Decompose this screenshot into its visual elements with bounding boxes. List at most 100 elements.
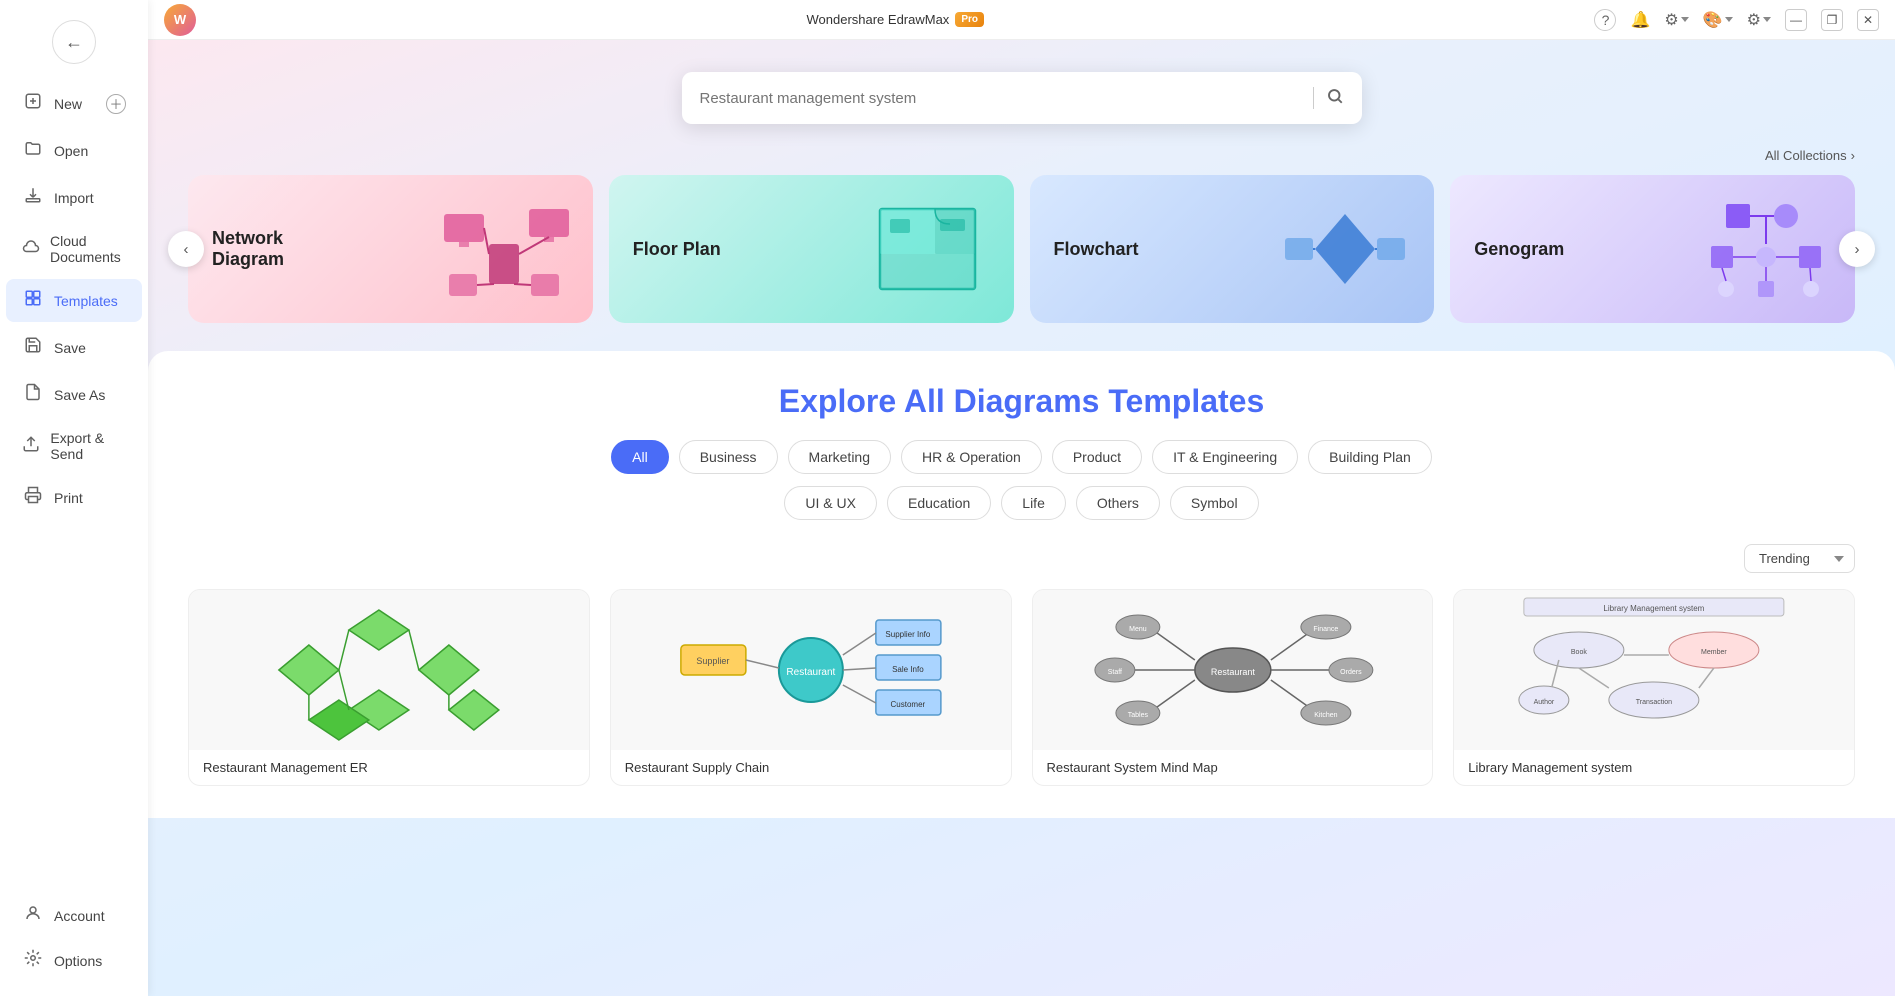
template-card-library-title: Library Management system [1454,750,1854,785]
sidebar-item-import[interactable]: Import [6,176,142,219]
sidebar-item-options[interactable]: Options [6,939,142,982]
notification-icon[interactable]: 🔔 [1630,10,1650,30]
close-button[interactable]: ✕ [1857,9,1879,31]
sidebar-account-label: Account [54,908,105,924]
sidebar-saveas-label: Save As [54,387,105,403]
template-card-supplier-title: Restaurant Supply Chain [611,750,1011,785]
chevron-right-icon: › [1851,148,1855,163]
options-icon [22,949,44,972]
svg-text:Supplier Info: Supplier Info [885,630,930,639]
template-card-library-img: Library Management system Book Member Tr… [1454,590,1854,750]
svg-text:Member: Member [1701,649,1727,656]
account-icon [22,904,44,927]
sidebar-item-account[interactable]: Account [6,894,142,937]
filter-tab-symbol[interactable]: Symbol [1170,486,1259,520]
sidebar-item-cloud[interactable]: Cloud Documents [6,223,142,275]
svg-text:Kitchen: Kitchen [1314,712,1337,719]
sidebar-save-label: Save [54,340,86,356]
sidebar-item-saveas[interactable]: Save As [6,373,142,416]
filter-tab-it[interactable]: IT & Engineering [1152,440,1298,474]
filter-tab-product[interactable]: Product [1052,440,1142,474]
explore-title: Explore All Diagrams Templates [188,351,1855,440]
titlebar-left: W [164,4,196,36]
sidebar-export-label: Export & Send [50,430,126,462]
sort-dropdown[interactable]: Trending Newest Most Used [1744,544,1855,573]
collections-label: All Collections [1765,148,1847,163]
sidebar-options-label: Options [54,953,102,969]
settings-icon[interactable]: ⚙ [1747,10,1771,30]
template-card-er-img [189,590,589,750]
minimize-button[interactable]: — [1785,9,1807,31]
filter-tab-marketing[interactable]: Marketing [788,440,891,474]
titlebar-right: ? 🔔 ⚙ 🎨 ⚙ — ❐ ✕ [1594,9,1879,31]
avatar[interactable]: W [164,4,196,36]
carousel-genogram-title: Genogram [1474,239,1564,260]
svg-text:Tables: Tables [1127,712,1148,719]
saveas-icon [22,383,44,406]
template-card-mindmap-title: Restaurant System Mind Map [1033,750,1433,785]
svg-text:Customer: Customer [890,700,925,709]
filter-tab-all[interactable]: All [611,440,669,474]
sidebar-item-export[interactable]: Export & Send [6,420,142,472]
carousel-floor-img [860,194,990,304]
svg-text:Finance: Finance [1313,626,1338,633]
template-card-mindmap-img: Restaurant Menu Staff [1033,590,1433,750]
open-icon [22,139,44,162]
sidebar-item-templates[interactable]: Templates [6,279,142,322]
carousel-floor-title: Floor Plan [633,239,721,260]
template-card-supplier-img: Supplier Restaurant Supplier Info Sale I… [611,590,1011,750]
sidebar-import-label: Import [54,190,94,206]
carousel-next-button[interactable]: › [1839,231,1875,267]
filter-tab-ui[interactable]: UI & UX [784,486,877,520]
filter-tab-hr[interactable]: HR & Operation [901,440,1042,474]
carousel-genogram-img [1701,194,1831,304]
filter-tab-life[interactable]: Life [1001,486,1066,520]
back-button[interactable]: ← [52,20,96,64]
template-card-supplier[interactable]: Supplier Restaurant Supplier Info Sale I… [610,589,1012,786]
export-icon [22,435,40,458]
sidebar-print-label: Print [54,490,83,506]
maximize-button[interactable]: ❐ [1821,9,1843,31]
svg-text:Transaction: Transaction [1636,699,1672,706]
filter-tab-business[interactable]: Business [679,440,778,474]
themes-icon[interactable]: 🎨 [1703,10,1733,30]
sidebar-item-open[interactable]: Open [6,129,142,172]
filter-tab-others[interactable]: Others [1076,486,1160,520]
filter-tab-education[interactable]: Education [887,486,991,520]
carousel-card-floor[interactable]: Floor Plan [609,175,1014,323]
titlebar-center: Wondershare EdrawMax Pro [806,12,984,27]
carousel-card-network[interactable]: Network Diagram [188,175,593,323]
titlebar: W Wondershare EdrawMax Pro ? 🔔 ⚙ 🎨 ⚙ — ❐… [148,0,1895,40]
search-icon[interactable] [1326,87,1344,110]
sidebar-bottom: Account Options [0,892,148,984]
print-icon [22,486,44,509]
carousel-card-flowchart[interactable]: Flowchart [1030,175,1435,323]
sidebar-item-print[interactable]: Print [6,476,142,519]
template-card-mindmap[interactable]: Restaurant Menu Staff [1032,589,1434,786]
carousel-card-genogram[interactable]: Genogram [1450,175,1855,323]
svg-text:Staff: Staff [1107,669,1121,676]
sort-bar: Trending Newest Most Used [188,532,1855,589]
carousel-flowchart-title: Flowchart [1054,239,1139,260]
template-card-er[interactable]: Restaurant Management ER [188,589,590,786]
svg-text:Supplier: Supplier [696,656,729,666]
carousel: Network Diagram [188,175,1855,323]
filter-tab-building[interactable]: Building Plan [1308,440,1432,474]
sidebar-new-label: New [54,96,82,112]
svg-text:Restaurant: Restaurant [786,667,835,678]
carousel-prev-button[interactable]: ‹ [168,231,204,267]
tools-icon[interactable]: ⚙ [1664,10,1688,30]
sidebar-templates-label: Templates [54,293,118,309]
template-card-library[interactable]: Library Management system Book Member Tr… [1453,589,1855,786]
collections-header: All Collections › [148,144,1895,175]
carousel-network-title: Network Diagram [212,228,342,270]
search-input[interactable]: Restaurant management system [700,90,1301,107]
all-collections-link[interactable]: All Collections › [1765,148,1855,163]
new-plus-button[interactable]: ＋ [106,94,126,114]
sidebar-item-save[interactable]: Save [6,326,142,369]
svg-text:Author: Author [1534,699,1555,706]
svg-text:Sale Info: Sale Info [892,665,924,674]
sidebar-cloud-label: Cloud Documents [50,233,126,265]
sidebar-item-new[interactable]: New ＋ [6,82,142,125]
help-icon[interactable]: ? [1594,9,1616,31]
